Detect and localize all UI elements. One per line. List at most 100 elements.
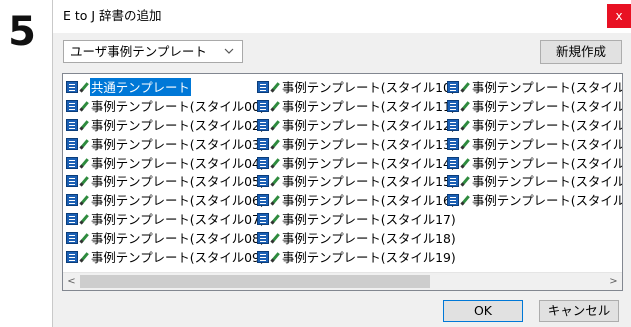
template-type-select[interactable]: ユーザ事例テンプレート xyxy=(63,40,243,63)
template-list-item-label: 事例テンプレート(スタイル23) xyxy=(472,136,622,152)
dictionary-book-icon xyxy=(257,194,269,207)
template-list-item[interactable]: 事例テンプレート(スタイル23) xyxy=(447,134,622,153)
scroll-right-arrow[interactable]: > xyxy=(605,273,622,290)
pen-icon xyxy=(79,119,89,131)
pen-icon xyxy=(270,175,280,187)
template-list-item[interactable]: 事例テンプレート(スタイル05) xyxy=(66,172,266,191)
pen-icon xyxy=(460,175,470,187)
template-list-item[interactable]: 共通テンプレート xyxy=(66,78,266,97)
template-list-item[interactable]: 事例テンプレート(スタイル19) xyxy=(257,247,457,266)
dictionary-book-icon xyxy=(447,175,459,188)
dictionary-book-icon xyxy=(66,81,78,94)
template-list-item[interactable]: 事例テンプレート(スタイル26) xyxy=(447,172,622,191)
dialog-title: E to J 辞書の追加 xyxy=(63,8,162,23)
dictionary-book-icon xyxy=(66,194,78,207)
pen-icon xyxy=(270,119,280,131)
dictionary-book-icon xyxy=(66,175,78,188)
template-list-column-1: 共通テンプレート事例テンプレート(スタイル00) 事例テンプレート(スタイル02)… xyxy=(66,78,266,266)
template-list-item-label: 共通テンプレート xyxy=(90,78,191,97)
template-list-item[interactable]: 事例テンプレート(スタイル15) xyxy=(257,172,457,191)
template-list-item-label: 事例テンプレート(スタイル06) xyxy=(91,193,265,209)
pen-icon xyxy=(460,81,470,93)
pen-icon xyxy=(79,157,89,169)
close-button[interactable]: x xyxy=(607,4,631,28)
template-list-item[interactable]: 事例テンプレート(スタイル02) xyxy=(66,116,266,135)
dictionary-book-icon xyxy=(66,250,78,263)
template-list-item-label: 事例テンプレート(スタイル22) xyxy=(472,117,622,133)
template-list-item[interactable]: 事例テンプレート(スタイル13) xyxy=(257,134,457,153)
pen-icon xyxy=(270,232,280,244)
template-list-item-label: 事例テンプレート(スタイル09) xyxy=(91,249,265,265)
pen-icon xyxy=(460,157,470,169)
dictionary-book-icon xyxy=(66,137,78,150)
pen-icon xyxy=(270,100,280,112)
template-list-item[interactable]: 事例テンプレート(スタイル18) xyxy=(257,228,457,247)
template-list-item-label: 事例テンプレート(スタイル14) xyxy=(282,155,456,171)
pen-icon xyxy=(79,138,89,150)
template-list-column-3: 事例テンプレート(スタイル20) 事例テンプレート(スタイル21) 事例テンプレート… xyxy=(447,78,622,210)
dictionary-book-icon xyxy=(447,156,459,169)
template-list-item[interactable]: 事例テンプレート(スタイル22) xyxy=(447,116,622,135)
template-list-item[interactable]: 事例テンプレート(スタイル08) xyxy=(66,228,266,247)
template-list-item-label: 事例テンプレート(スタイル03) xyxy=(91,136,265,152)
template-list-item[interactable]: 事例テンプレート(スタイル27) xyxy=(447,191,622,210)
pen-icon xyxy=(270,213,280,225)
step-number: 5 xyxy=(8,9,36,55)
template-list-item[interactable]: 事例テンプレート(スタイル09) xyxy=(66,247,266,266)
dictionary-book-icon xyxy=(257,156,269,169)
template-list-item[interactable]: 事例テンプレート(スタイル12) xyxy=(257,116,457,135)
pen-icon xyxy=(270,157,280,169)
template-list-item-label: 事例テンプレート(スタイル20) xyxy=(472,80,622,96)
dictionary-book-icon xyxy=(66,100,78,113)
scrollbar-thumb[interactable] xyxy=(80,275,430,288)
dictionary-book-icon xyxy=(447,81,459,94)
template-list-item-label: 事例テンプレート(スタイル00) xyxy=(91,99,265,115)
template-list-item[interactable]: 事例テンプレート(スタイル16) xyxy=(257,191,457,210)
dictionary-book-icon xyxy=(66,231,78,244)
template-list-item-label: 事例テンプレート(スタイル05) xyxy=(91,174,265,190)
template-list-item[interactable]: 事例テンプレート(スタイル10) xyxy=(257,78,457,97)
scroll-left-arrow[interactable]: < xyxy=(63,273,80,290)
template-list-item[interactable]: 事例テンプレート(スタイル11) xyxy=(257,97,457,116)
template-list-item-label: 事例テンプレート(スタイル07) xyxy=(91,211,265,227)
template-list-item-label: 事例テンプレート(スタイル17) xyxy=(282,211,456,227)
template-list[interactable]: 共通テンプレート事例テンプレート(スタイル00) 事例テンプレート(スタイル02)… xyxy=(62,73,623,291)
template-list-item[interactable]: 事例テンプレート(スタイル06) xyxy=(66,191,266,210)
pen-icon xyxy=(270,138,280,150)
template-list-item[interactable]: 事例テンプレート(スタイル25) xyxy=(447,153,622,172)
template-list-item[interactable]: 事例テンプレート(スタイル07) xyxy=(66,210,266,229)
template-list-item[interactable]: 事例テンプレート(スタイル14) xyxy=(257,153,457,172)
dictionary-book-icon xyxy=(447,194,459,207)
template-list-item-label: 事例テンプレート(スタイル12) xyxy=(282,117,456,133)
template-list-item-label: 事例テンプレート(スタイル16) xyxy=(282,193,456,209)
dictionary-book-icon xyxy=(66,156,78,169)
cancel-button[interactable]: キャンセル xyxy=(539,300,619,322)
pen-icon xyxy=(79,251,89,263)
dictionary-book-icon xyxy=(257,231,269,244)
template-list-item-label: 事例テンプレート(スタイル13) xyxy=(282,136,456,152)
title-bar: E to J 辞書の追加 x xyxy=(53,0,631,33)
dictionary-book-icon xyxy=(66,118,78,131)
new-create-button[interactable]: 新規作成 xyxy=(540,40,622,64)
dictionary-book-icon xyxy=(257,137,269,150)
ok-button[interactable]: OK xyxy=(443,300,523,322)
pen-icon xyxy=(79,175,89,187)
template-list-item[interactable]: 事例テンプレート(スタイル04) xyxy=(66,153,266,172)
template-list-item-label: 事例テンプレート(スタイル10) xyxy=(282,80,456,96)
pen-icon xyxy=(270,81,280,93)
template-list-item-label: 事例テンプレート(スタイル11) xyxy=(282,99,456,115)
template-list-item[interactable]: 事例テンプレート(スタイル17) xyxy=(257,210,457,229)
template-list-item[interactable]: 事例テンプレート(スタイル20) xyxy=(447,78,622,97)
template-list-item[interactable]: 事例テンプレート(スタイル03) xyxy=(66,134,266,153)
template-list-item[interactable]: 事例テンプレート(スタイル00) xyxy=(66,97,266,116)
pen-icon xyxy=(460,100,470,112)
dictionary-book-icon xyxy=(257,175,269,188)
dictionary-book-icon xyxy=(447,137,459,150)
dictionary-book-icon xyxy=(66,212,78,225)
horizontal-scrollbar[interactable]: < > xyxy=(63,272,622,290)
template-list-item[interactable]: 事例テンプレート(スタイル21) xyxy=(447,97,622,116)
pen-icon xyxy=(79,81,89,93)
dictionary-book-icon xyxy=(257,100,269,113)
dictionary-book-icon xyxy=(447,118,459,131)
template-list-item-label: 事例テンプレート(スタイル21) xyxy=(472,99,622,115)
